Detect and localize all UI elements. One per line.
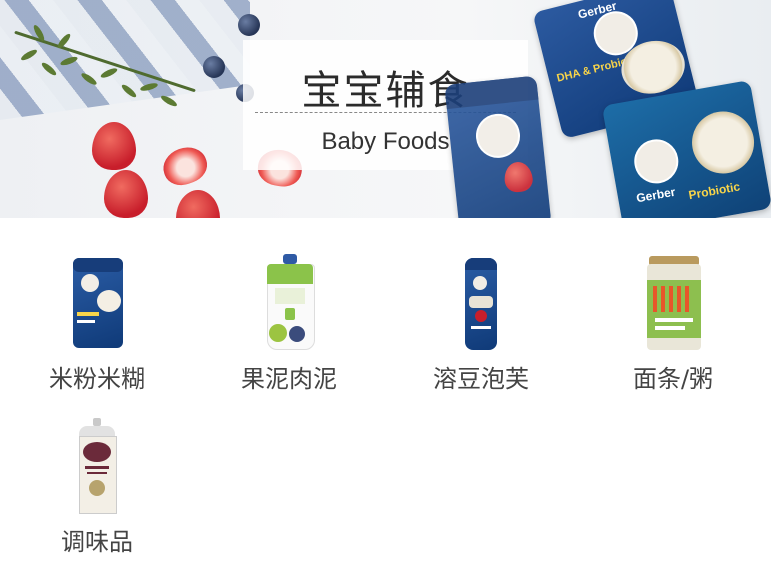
category-item-rice-cereal[interactable]: 米粉米糊 [12,254,182,393]
blueberry-decoration [238,14,260,36]
category-label: 调味品 [61,528,133,556]
strawberry-decoration [104,170,148,218]
puffs-pack-image [444,75,552,218]
puree-pouch-icon [239,254,339,354]
strawberry-decoration [176,190,220,218]
hero-banner[interactable]: 宝宝辅食 Baby Foods Gerber DHA & Probiotic G… [0,0,771,218]
category-item-puree[interactable]: 果泥肉泥 [204,254,374,393]
category-label: 米粉米糊 [49,365,145,393]
blueberry-decoration [203,56,225,78]
category-label: 面条/粥 [632,365,714,393]
category-label: 溶豆泡芙 [433,365,529,393]
puffs-canister-icon [431,254,531,354]
category-item-noodles[interactable]: 面条/粥 [588,254,758,393]
noodles-jar-icon [623,254,723,354]
strawberry-decoration [158,141,212,191]
category-item-puffs[interactable]: 溶豆泡芙 [396,254,566,393]
category-item-seasoning[interactable]: 调味品 [12,418,182,556]
oil-tin-icon [47,418,147,518]
gerber-probiotic-pack-image: Gerber Probiotic [601,79,771,218]
category-label: 果泥肉泥 [241,365,337,393]
strawberry-decoration [92,122,136,170]
cereal-canister-icon [47,254,147,354]
